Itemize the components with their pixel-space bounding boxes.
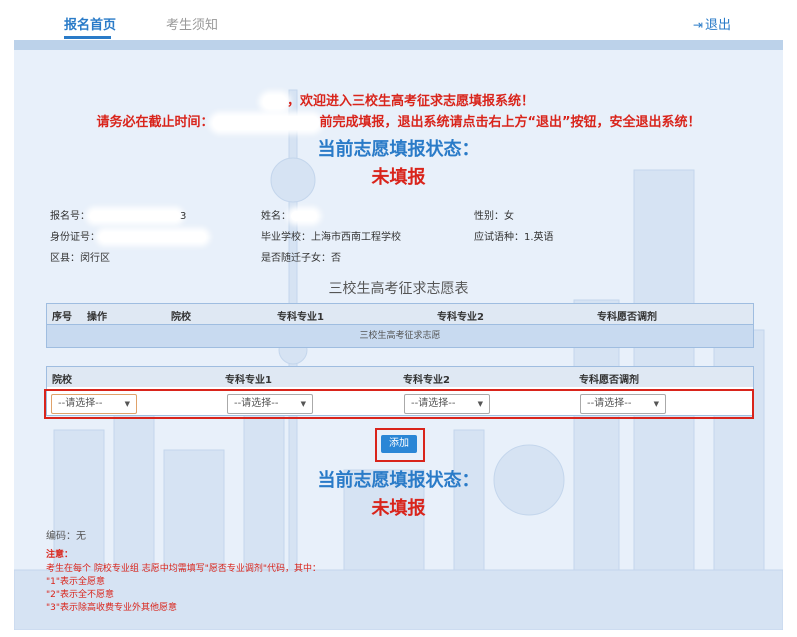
welcome-message: ，欢迎进入三校生高考征求志愿填报系统！ bbox=[14, 90, 783, 109]
logout-label: 退出 bbox=[704, 18, 731, 33]
id-label: 身份证号： bbox=[50, 232, 100, 243]
name-field: 姓名： bbox=[261, 207, 317, 222]
col-adjust: 专科愿否调剂 bbox=[597, 312, 657, 323]
chevron-down-icon: ▼ bbox=[300, 400, 306, 408]
school-value: 上海市西南工程学校 bbox=[311, 232, 401, 243]
code-value: 无 bbox=[76, 531, 86, 542]
school-label: 毕业学校： bbox=[261, 232, 311, 243]
district-label: 区县： bbox=[50, 253, 80, 264]
note-line: "1"表示全愿意 bbox=[46, 577, 106, 587]
welcome-text: ，欢迎进入三校生高考征求志愿填报系统！ bbox=[286, 94, 534, 109]
redacted-reg-no bbox=[90, 211, 180, 221]
chevron-down-icon: ▼ bbox=[653, 400, 659, 408]
redacted-name-value bbox=[291, 211, 317, 221]
active-tab-indicator bbox=[64, 36, 111, 39]
chevron-down-icon: ▼ bbox=[477, 400, 483, 408]
wish-table: 序号 操作 院校 专科专业1 专科专业2 专科愿否调剂 三校生高考征求志愿 bbox=[46, 303, 754, 348]
code-label: 编码： bbox=[46, 531, 76, 542]
migrant-field: 是否随迁子女：否 bbox=[261, 249, 341, 264]
status-title: 当前志愿填报状态： bbox=[317, 139, 480, 160]
col-seq: 序号 bbox=[52, 312, 72, 323]
gender-value: 女 bbox=[504, 211, 514, 222]
entry-col-major2: 专科专业2 bbox=[403, 375, 450, 386]
wish-table-subtitle: 三校生高考征求志愿 bbox=[47, 324, 753, 347]
redacted-deadline bbox=[213, 115, 320, 130]
deadline-message: 请务必在截止时间： 前完成填报，退出系统请点击右上方“退出”按钮，安全退出系统！ bbox=[14, 111, 783, 130]
major1-select[interactable]: --请选择-- ▼ bbox=[227, 394, 313, 414]
status-title-bottom: 当前志愿填报状态： bbox=[317, 470, 480, 491]
col-action: 操作 bbox=[87, 312, 107, 323]
header-stripe bbox=[14, 40, 783, 50]
major2-select-value: --请选择-- bbox=[411, 398, 456, 409]
status-value-bottom: 未填报 bbox=[371, 498, 426, 519]
note-line: "2"表示全不愿意 bbox=[46, 590, 115, 600]
add-button[interactable]: 添加 bbox=[381, 435, 417, 453]
district-value: 闵行区 bbox=[80, 253, 110, 264]
col-major1: 专科专业1 bbox=[277, 312, 324, 323]
code-field: 编码：无 bbox=[46, 527, 86, 542]
redacted-name bbox=[262, 94, 287, 109]
school-select[interactable]: --请选择-- ▼ bbox=[51, 394, 137, 414]
adjust-select[interactable]: --请选择-- ▼ bbox=[580, 394, 666, 414]
redacted-id bbox=[100, 232, 206, 242]
tab-notice[interactable]: 考生须知 bbox=[166, 14, 218, 33]
school-field: 毕业学校：上海市西南工程学校 bbox=[261, 228, 401, 243]
language-label: 应试语种： bbox=[474, 232, 524, 243]
logout-icon: ⇥ bbox=[692, 18, 703, 32]
entry-col-adjust: 专科愿否调剂 bbox=[579, 375, 639, 386]
name-label: 姓名： bbox=[261, 211, 291, 222]
reg-no-label: 报名号： bbox=[50, 211, 90, 222]
gender-field: 性别：女 bbox=[474, 207, 514, 222]
col-school: 院校 bbox=[171, 312, 191, 323]
reg-no-field: 报名号： 3 bbox=[50, 207, 186, 222]
language-value: 1.英语 bbox=[524, 232, 554, 243]
status-value: 未填报 bbox=[371, 167, 426, 188]
language-field: 应试语种：1.英语 bbox=[474, 228, 554, 243]
entry-col-major1: 专科专业1 bbox=[225, 375, 272, 386]
major1-select-value: --请选择-- bbox=[234, 398, 279, 409]
entry-col-school: 院校 bbox=[52, 375, 72, 386]
school-select-value: --请选择-- bbox=[58, 398, 103, 409]
note-line: 考生在每个 院校专业组 志愿中均需填写"愿否专业调剂"代码，其中： bbox=[46, 564, 322, 574]
migrant-label: 是否随迁子女： bbox=[261, 253, 331, 264]
notes-title: 注意： bbox=[46, 550, 74, 560]
deadline-suffix: 前完成填报，退出系统请点击右上方“退出”按钮，安全退出系统！ bbox=[319, 115, 701, 130]
id-field: 身份证号： bbox=[50, 228, 206, 243]
district-field: 区县：闵行区 bbox=[50, 249, 110, 264]
col-major2: 专科专业2 bbox=[437, 312, 484, 323]
logout-button[interactable]: ⇥ 退出 bbox=[693, 14, 731, 33]
adjust-select-value: --请选择-- bbox=[587, 398, 632, 409]
note-line: "3"表示除高收费专业外其他愿意 bbox=[46, 603, 178, 613]
reg-no-tail: 3 bbox=[180, 211, 187, 222]
chevron-down-icon: ▼ bbox=[124, 400, 130, 408]
wish-table-header: 序号 操作 院校 专科专业1 专科专业2 专科愿否调剂 bbox=[47, 304, 753, 324]
migrant-value: 否 bbox=[331, 253, 341, 264]
tab-home[interactable]: 报名首页 bbox=[64, 14, 116, 33]
entry-form-header: 院校 专科专业1 专科专业2 专科愿否调剂 bbox=[47, 367, 753, 387]
top-nav-bar: 报名首页 考生须知 ⇥ 退出 bbox=[14, 0, 783, 41]
wish-table-title: 三校生高考征求志愿表 bbox=[328, 281, 469, 297]
main-panel: ，欢迎进入三校生高考征求志愿填报系统！ 请务必在截止时间： 前完成填报，退出系统请… bbox=[14, 50, 783, 630]
gender-label: 性别： bbox=[474, 211, 504, 222]
major2-select[interactable]: --请选择-- ▼ bbox=[404, 394, 490, 414]
deadline-prefix: 请务必在截止时间： bbox=[96, 115, 214, 130]
